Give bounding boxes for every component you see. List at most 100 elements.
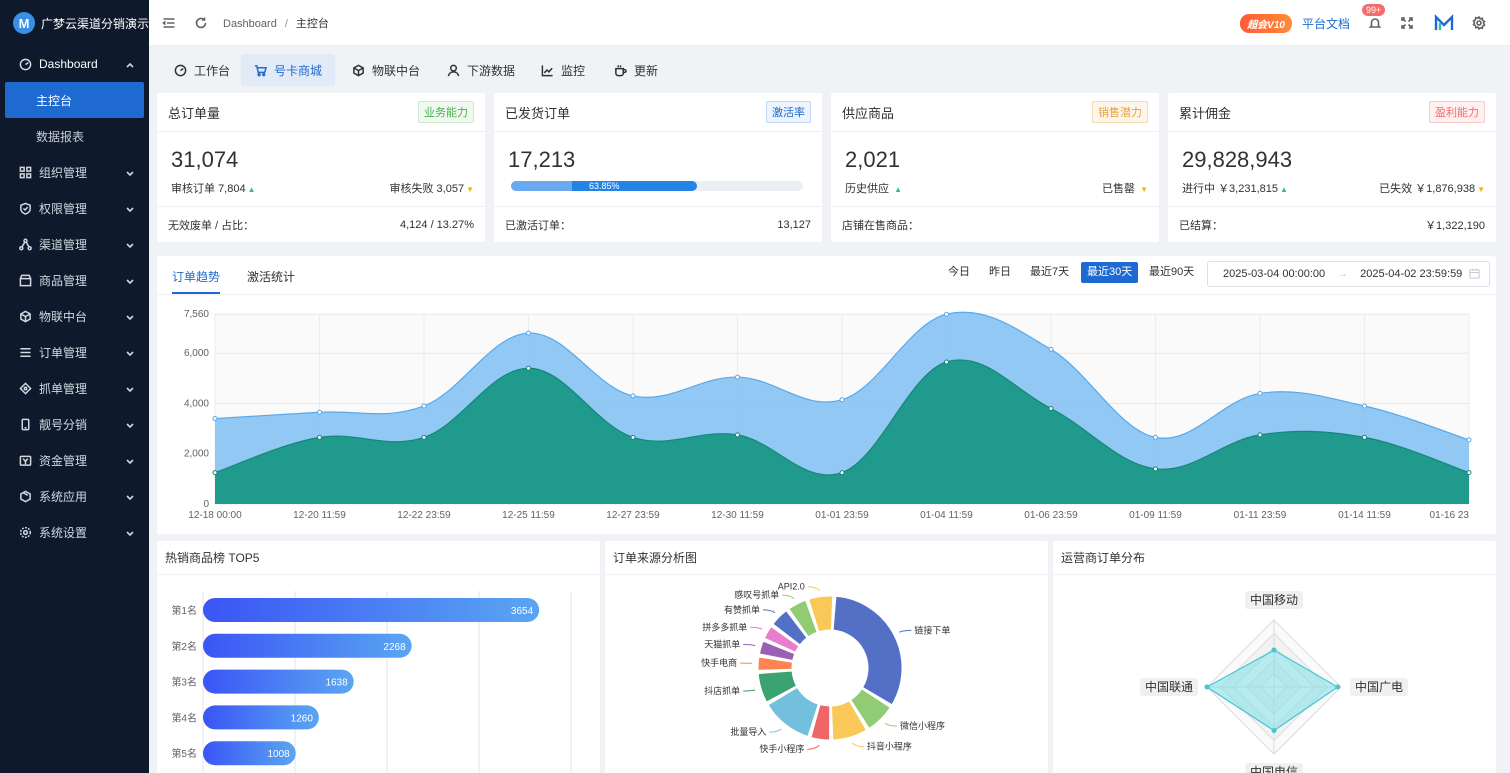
chevron-down-icon	[125, 275, 135, 285]
notification-button[interactable]: 99+	[1362, 4, 1386, 30]
pie-leader-line	[762, 609, 776, 614]
sidebar-item-apps[interactable]: 系统应用	[0, 478, 149, 514]
data-point	[1257, 432, 1263, 438]
stat-left-value: ￥3,231,815	[1218, 183, 1278, 195]
stat-tag: 激活率	[766, 101, 811, 123]
pie-label: 链接下单	[914, 624, 950, 635]
dashboard-icon	[174, 64, 187, 76]
tab-monitor[interactable]: 监控	[528, 54, 598, 86]
activation-progress-bar: 63.85%	[511, 181, 803, 191]
version-badge[interactable]: 超会V10	[1240, 13, 1292, 33]
y-tick-label: 7,560	[184, 309, 209, 320]
stat-card-supply-goods: 供应商品 销售潜力 2,021 历史供应 ▲ 已售罄 ▼ 店铺在售商品：	[831, 93, 1159, 242]
sidebar-item-grab[interactable]: 抓单管理	[0, 370, 149, 406]
sidebar-item-label: 抓单管理	[39, 381, 88, 396]
trend-down-icon: ▼	[466, 185, 474, 194]
stat-right-label: 审核失败	[389, 183, 434, 195]
sidebar-item-iot[interactable]: 物联中台	[0, 298, 149, 334]
sidebar-item-dashboard[interactable]: Dashboard	[0, 46, 149, 82]
sidebar-item-permission[interactable]: 权限管理	[0, 190, 149, 226]
sidebar: M 广梦云渠道分销演示 Dashboard 主控台 数据报表 组织管理 权限管理…	[0, 0, 149, 773]
bar-category-label: 第5名	[171, 747, 197, 760]
breadcrumb-separator: /	[284, 17, 288, 30]
sidebar-item-orders[interactable]: 订单管理	[0, 334, 149, 370]
stat-left-label: 进行中	[1182, 183, 1215, 195]
menu-fold-icon[interactable]	[162, 16, 176, 30]
stat-title: 总订单量	[168, 105, 221, 121]
stat-card-shipped-orders: 已发货订单 激活率 17,213 63.85% 已激活订单： 13,127	[494, 93, 822, 242]
pie-leader-line	[743, 644, 756, 647]
bell-icon	[1368, 18, 1382, 28]
pie-leader-line	[884, 722, 898, 727]
data-point	[630, 434, 636, 440]
stat-foot-value: 4,124 / 13.27%	[399, 218, 474, 231]
stat-foot-label: 已结算：	[1179, 219, 1223, 232]
sidebar-item-channel[interactable]: 渠道管理	[0, 226, 149, 262]
stat-left: 历史供应 ▲	[845, 180, 902, 196]
x-tick-label: 01-06 23:59	[1024, 510, 1078, 521]
x-tick-label: 12-20 11:59	[293, 510, 346, 521]
radar-indicator-label: 中国电信	[1250, 764, 1298, 773]
sidebar-item-number[interactable]: 靓号分销	[0, 406, 149, 442]
data-point	[421, 403, 427, 409]
tab-workbench[interactable]: 工作台	[161, 54, 243, 86]
refresh-icon[interactable]	[194, 16, 208, 30]
y-tick-label: 0	[203, 499, 209, 510]
tab-update[interactable]: 更新	[601, 54, 671, 86]
sidebar-item-org[interactable]: 组织管理	[0, 154, 149, 190]
trend-down-icon: ▼	[1140, 185, 1148, 194]
stat-card-commission: 累计佣金 盈利能力 29,828,943 进行中 ￥3,231,815 ▲ 已失效 …	[1168, 93, 1496, 242]
pie-leader-line	[750, 626, 763, 630]
sidebar-item-label: 组织管理	[39, 165, 88, 180]
radar-point	[1335, 684, 1341, 690]
stat-card-total-orders: 总订单量 业务能力 31,074 审核订单 7,804 ▲ 审核失败 3,057 ▼ …	[157, 93, 485, 242]
fullscreen-icon[interactable]	[1400, 16, 1414, 30]
data-point	[1048, 346, 1054, 352]
data-point	[317, 409, 322, 415]
app-title: 广梦云渠道分销演示	[40, 16, 149, 31]
tab-card-mall[interactable]: 号卡商城	[241, 54, 336, 86]
data-point	[735, 374, 740, 380]
stat-tag: 业务能力	[418, 101, 474, 123]
chevron-down-icon	[125, 239, 135, 249]
settings-icon[interactable]	[1472, 16, 1486, 30]
user-icon	[447, 64, 460, 76]
data-point	[526, 365, 531, 371]
tab-label: 下游数据	[467, 63, 516, 78]
sidebar-item-settings[interactable]: 系统设置	[0, 514, 149, 550]
tab-downstream[interactable]: 下游数据	[434, 54, 528, 86]
data-point	[944, 311, 949, 317]
pie-label: 天猫抓单	[704, 639, 740, 650]
shield-icon	[18, 201, 32, 215]
dashboard-icon	[18, 57, 32, 71]
sidebar-item-goods[interactable]: 商品管理	[0, 262, 149, 298]
app-logo[interactable]: M 广梦云渠道分销演示	[0, 0, 149, 46]
brand-icon[interactable]	[1434, 13, 1454, 33]
data-point	[839, 470, 845, 476]
data-point	[1466, 470, 1472, 476]
sidebar-item-funds[interactable]: 资金管理	[0, 442, 149, 478]
sidebar-item-data-report[interactable]: 数据报表	[0, 118, 149, 154]
tab-iot[interactable]: 物联中台	[339, 54, 433, 86]
radar-point	[1271, 728, 1277, 734]
data-point	[526, 330, 531, 336]
pie-label: 批量导入	[730, 726, 766, 737]
order-source-pie-chart: 链接下单微信小程序抖音小程序 快手小程序 批量导入 抖店抓单 快手电商 天猫抓单 拼多多抓单…	[701, 582, 950, 755]
breadcrumb-dashboard[interactable]: Dashboard	[223, 18, 277, 30]
pie-leader-line	[851, 742, 864, 748]
sidebar-item-main-console[interactable]: 主控台	[5, 82, 144, 118]
pie-slice	[832, 595, 903, 706]
trend-up-icon: ▲	[1280, 185, 1288, 194]
cube-icon	[353, 64, 364, 76]
pie-leader-line	[782, 594, 795, 600]
line-chart-icon	[541, 64, 553, 76]
doc-link[interactable]: 平台文档	[1302, 15, 1350, 32]
bar	[203, 598, 540, 622]
sidebar-item-label: 资金管理	[39, 453, 88, 468]
chevron-down-icon	[125, 419, 135, 429]
grid-icon	[18, 165, 32, 179]
bar-category-label: 第4名	[171, 711, 197, 724]
data-point	[212, 416, 218, 422]
chevron-down-icon	[125, 167, 135, 177]
phone-icon	[18, 417, 32, 431]
